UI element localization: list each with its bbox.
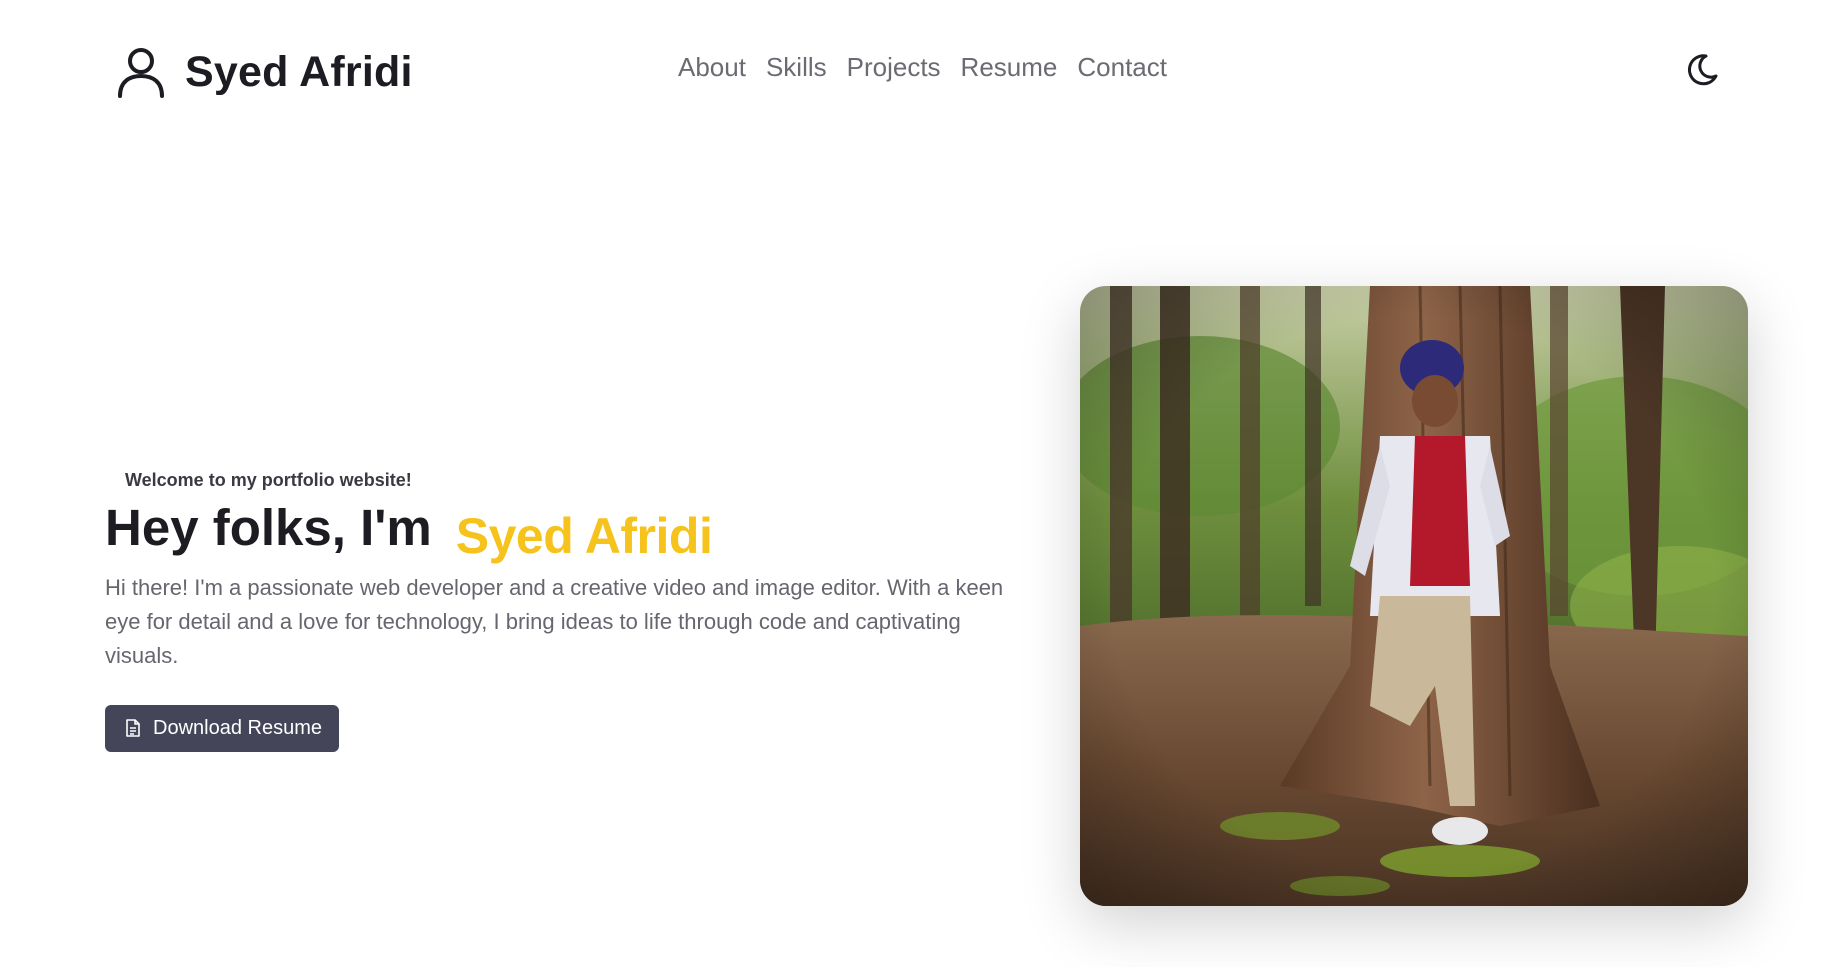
hero-highlight-name: Syed Afridi: [455, 507, 713, 564]
hero-headline: Hey folks, I'm Syed Afridi: [105, 499, 1030, 561]
brand-name: Syed Afridi: [185, 47, 413, 96]
welcome-text: Welcome to my portfolio website!: [125, 470, 412, 490]
nav-link-contact[interactable]: Contact: [1077, 52, 1167, 83]
document-icon: [126, 719, 140, 737]
hero-greeting: Hey folks, I'm: [105, 499, 432, 556]
download-resume-button[interactable]: Download Resume: [105, 704, 339, 752]
hero-intro: Welcome to my portfolio website! Hey fol…: [105, 470, 1030, 752]
nav-link-resume[interactable]: Resume: [961, 52, 1058, 83]
site-header: Syed Afridi About Skills Projects Resume…: [0, 0, 1826, 140]
main-nav: About Skills Projects Resume Contact: [678, 52, 1167, 83]
nav-link-about[interactable]: About: [678, 52, 746, 83]
moon-icon: [1687, 54, 1718, 86]
brand[interactable]: Syed Afridi: [117, 46, 413, 98]
nav-link-projects[interactable]: Projects: [847, 52, 941, 83]
nav-link-skills[interactable]: Skills: [766, 52, 827, 83]
hero-bio: Hi there! I'm a passionate web developer…: [105, 574, 1004, 668]
profile-photo: [1080, 286, 1748, 906]
user-icon: [118, 48, 164, 98]
download-resume-label: Download Resume: [153, 716, 322, 739]
theme-toggle-button[interactable]: [1680, 48, 1724, 92]
